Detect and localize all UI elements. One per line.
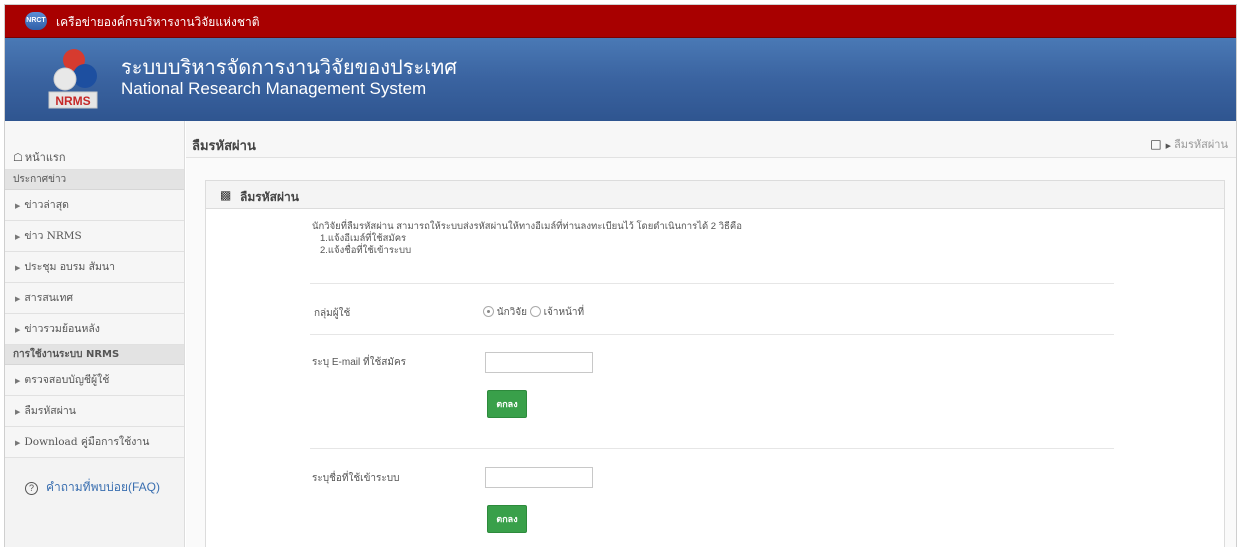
- panel-header: ▩ ลืมรหัสผ่าน: [206, 181, 1224, 209]
- username-label: ระบุชื่อที่ใช้เข้าระบบ: [312, 473, 400, 484]
- sidebar-item-label: ข่าวล่าสุด: [24, 199, 69, 211]
- sidebar-item-label: Download คู่มือการใช้งาน: [24, 436, 150, 448]
- sidebar-item-information[interactable]: ▶ สารสนเทศ: [5, 283, 184, 314]
- sidebar: ☖ หน้าแรก ประกาศข่าว ▶ ข่าวล่าสุด ▶ ข่าว NR…: [5, 121, 185, 547]
- main-content: ลืมรหัสผ่าน □ ▶ ลืมรหัสผ่าน ▩ ลืมรหัสผ่าน …: [186, 121, 1236, 547]
- caret-right-icon: ▶: [15, 202, 21, 210]
- user-group-radios: นักวิจัย เจ้าหน้าที่: [483, 305, 584, 320]
- site-banner: NRMS ระบบบริหารจัดการงานวิจัยของประเทศ N…: [5, 38, 1236, 121]
- radio-researcher[interactable]: [483, 306, 494, 317]
- nrms-emblem-icon[interactable]: NRMS: [45, 46, 101, 114]
- radio-staff-label[interactable]: เจ้าหน้าที่: [544, 307, 585, 318]
- forgot-password-panel: ▩ ลืมรหัสผ่าน นักวิจัยที่ลืมรหัสผ่าน สาม…: [205, 180, 1225, 547]
- chat-bubble-icon: ▩: [220, 188, 232, 202]
- sidebar-item-label: ข่าว NRMS: [24, 230, 82, 242]
- user-group-label: กลุ่มผู้ใช้: [314, 308, 351, 319]
- sidebar-heading-usage: การใช้งานระบบ NRMS: [5, 345, 184, 365]
- radio-staff[interactable]: [529, 306, 541, 317]
- caret-right-icon: ▶: [15, 233, 21, 241]
- radio-researcher-label[interactable]: นักวิจัย: [497, 307, 527, 318]
- breadcrumb: □ ▶ ลืมรหัสผ่าน: [1150, 135, 1228, 153]
- username-input[interactable]: [485, 467, 593, 488]
- caret-right-icon: ▶: [15, 377, 21, 385]
- email-label: ระบุ E-mail ที่ใช้สมัคร: [312, 357, 406, 368]
- sidebar-item-forgot-password[interactable]: ▶ ลืมรหัสผ่าน: [5, 396, 184, 427]
- breadcrumb-item[interactable]: ลืมรหัสผ่าน: [1174, 138, 1228, 151]
- instructions-text: นักวิจัยที่ลืมรหัสผ่าน สามารถให้ระบบส่งร…: [312, 221, 742, 232]
- page-header: ลืมรหัสผ่าน □ ▶ ลืมรหัสผ่าน: [186, 121, 1236, 158]
- sidebar-heading-news: ประกาศข่าว: [5, 170, 184, 190]
- method-username: 2.แจ้งชื่อที่ใช้เข้าระบบ: [320, 245, 412, 256]
- network-title[interactable]: เครือข่ายองค์กรบริหารงานวิจัยแห่งชาติ: [56, 13, 260, 32]
- divider: [310, 283, 1114, 284]
- sidebar-item-label: ข่าวรวมย้อนหลัง: [24, 323, 100, 335]
- sidebar-item-download-manual[interactable]: ▶ Download คู่มือการใช้งาน: [5, 427, 184, 458]
- sidebar-item-nrms-news[interactable]: ▶ ข่าว NRMS: [5, 221, 184, 252]
- sidebar-item-latest-news[interactable]: ▶ ข่าวล่าสุด: [5, 190, 184, 221]
- question-icon: ?: [25, 482, 38, 495]
- monitor-icon: □: [1150, 137, 1162, 151]
- home-icon: ☖: [13, 151, 23, 164]
- faq-label: คำถามที่พบบ่อย(FAQ): [46, 480, 160, 494]
- panel-title: ลืมรหัสผ่าน: [240, 190, 299, 204]
- sidebar-item-home[interactable]: ☖ หน้าแรก: [5, 121, 184, 170]
- caret-right-icon: ▶: [15, 326, 21, 334]
- sidebar-item-meetings[interactable]: ▶ ประชุม อบรม สัมนา: [5, 252, 184, 283]
- caret-right-icon: ▶: [15, 295, 21, 303]
- caret-right-icon: ▶: [15, 439, 21, 447]
- sidebar-item-label: ตรวจสอบบัญชีผู้ใช้: [24, 374, 110, 386]
- caret-right-icon: ▶: [15, 408, 21, 416]
- sidebar-item-label: สารสนเทศ: [24, 292, 74, 304]
- email-input[interactable]: [485, 352, 593, 373]
- sidebar-item-label: ลืมรหัสผ่าน: [24, 405, 76, 417]
- sidebar-item-news-archive[interactable]: ▶ ข่าวรวมย้อนหลัง: [5, 314, 184, 345]
- browser-frame: NRCT เครือข่ายองค์กรบริหารงานวิจัยแห่งชา…: [4, 4, 1237, 547]
- divider: [310, 448, 1114, 449]
- sidebar-item-check-account[interactable]: ▶ ตรวจสอบบัญชีผู้ใช้: [5, 365, 184, 396]
- network-bar: NRCT เครือข่ายองค์กรบริหารงานวิจัยแห่งชา…: [5, 5, 1236, 38]
- instructions: นักวิจัยที่ลืมรหัสผ่าน สามารถให้ระบบส่งร…: [312, 221, 742, 257]
- faq-link[interactable]: ? คำถามที่พบบ่อย(FAQ): [5, 458, 184, 516]
- sidebar-item-label: ประชุม อบรม สัมนา: [24, 261, 115, 273]
- caret-right-icon: ▶: [15, 264, 21, 272]
- submit-username-button[interactable]: ตกลง: [487, 505, 527, 533]
- page-title: ลืมรหัสผ่าน: [192, 139, 256, 154]
- nrct-logo[interactable]: NRCT: [25, 12, 47, 30]
- submit-email-button[interactable]: ตกลง: [487, 390, 527, 418]
- sidebar-home-label: หน้าแรก: [24, 151, 66, 164]
- divider: [310, 334, 1114, 335]
- system-title-en: National Research Management System: [121, 79, 427, 98]
- method-email: 1.แจ้งอีเมล์ที่ใช้สมัคร: [320, 233, 407, 244]
- caret-right-icon: ▶: [1165, 142, 1171, 150]
- emblem-text: NRMS: [55, 94, 90, 108]
